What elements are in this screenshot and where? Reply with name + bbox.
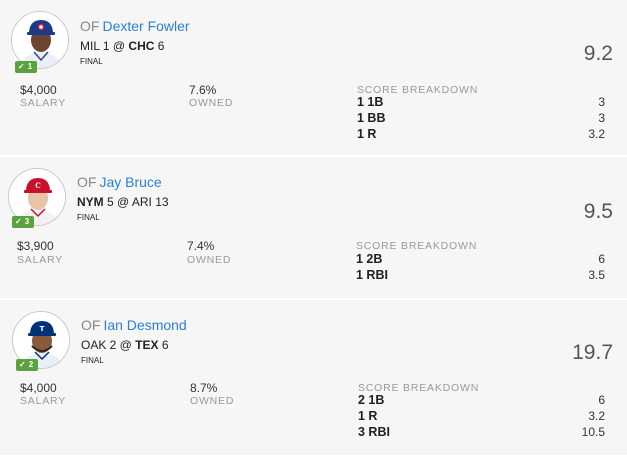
player-position: OF	[80, 18, 100, 34]
player-name-link[interactable]: Dexter Fowler	[102, 18, 189, 34]
svg-text:C: C	[35, 181, 41, 190]
roster-slot-badge: ✓ 1	[15, 61, 37, 73]
game-score: MIL 1 @ CHC 6	[80, 39, 165, 53]
owned-value: 7.4%	[187, 239, 215, 253]
game-status: FINAL	[77, 213, 100, 222]
breakdown-row: 2 1B 6	[358, 393, 605, 407]
breakdown-row: 1 1B 3	[357, 95, 605, 109]
player-card[interactable]: C ✓ 3 OF Jay Bruce NYM 5 @ ARI 13 FINAL 9.…	[0, 157, 627, 300]
player-card[interactable]: ✓ 1 OF Dexter Fowler MIL 1 @ CHC 6 FINAL 9…	[0, 0, 627, 157]
player-heading: OF Dexter Fowler	[80, 18, 190, 34]
player-heading: OF Ian Desmond	[81, 317, 187, 333]
score-breakdown-title: SCORE BREAKDOWN	[356, 240, 478, 252]
game-score: NYM 5 @ ARI 13	[77, 195, 169, 209]
player-position: OF	[77, 174, 97, 190]
roster-slot-badge: ✓ 2	[16, 359, 38, 371]
fantasy-points: 19.7	[572, 341, 613, 364]
player-card[interactable]: T ✓ 2 OF Ian Desmond OAK 2 @ TEX 6 FINAL 1…	[0, 300, 627, 457]
player-position: OF	[81, 317, 101, 333]
game-status: FINAL	[80, 57, 103, 66]
breakdown-row: 1 RBI 3.5	[356, 268, 605, 282]
game-status: FINAL	[81, 356, 104, 365]
checkmark-icon: ✓	[19, 360, 26, 369]
fantasy-points: 9.2	[583, 42, 613, 65]
player-heading: OF Jay Bruce	[77, 174, 162, 190]
checkmark-icon: ✓	[18, 62, 25, 71]
checkmark-icon: ✓	[15, 217, 22, 226]
fantasy-points: 9.5	[583, 200, 613, 223]
breakdown-row: 3 RBI 10.5	[358, 425, 605, 439]
svg-text:T: T	[40, 325, 45, 333]
player-name-link[interactable]: Ian Desmond	[103, 317, 186, 333]
breakdown-row: 1 2B 6	[356, 252, 605, 266]
roster-slot-badge: ✓ 3	[12, 216, 34, 228]
breakdown-row: 1 BB 3	[357, 111, 605, 125]
breakdown-row: 1 R 3.2	[357, 127, 605, 141]
game-score: OAK 2 @ TEX 6	[81, 338, 169, 352]
breakdown-row: 1 R 3.2	[358, 409, 605, 423]
player-name-link[interactable]: Jay Bruce	[99, 174, 161, 190]
salary-value: $3,900	[17, 239, 54, 253]
